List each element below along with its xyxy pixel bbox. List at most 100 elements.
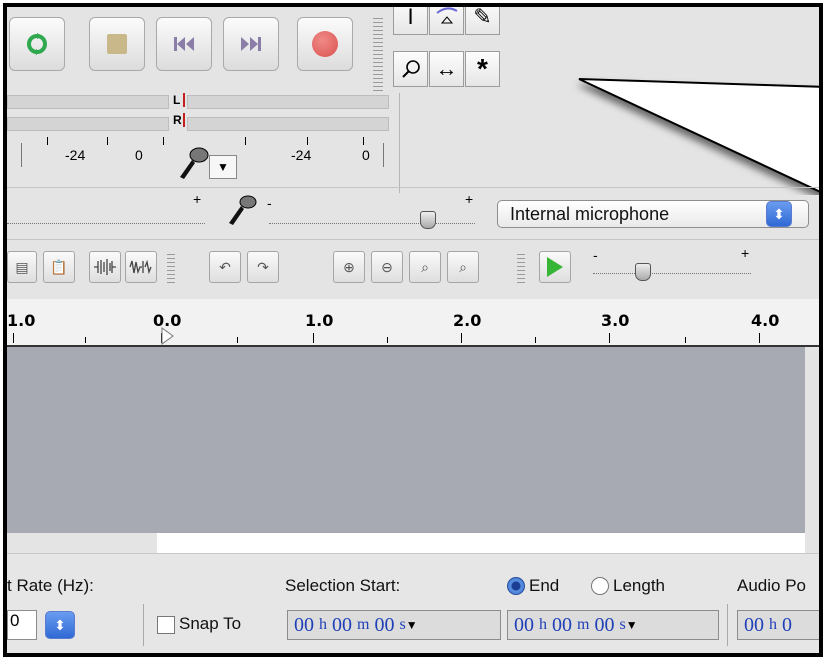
radio-empty-icon xyxy=(591,577,609,595)
toolbar-separator xyxy=(7,239,819,240)
timeline-ruler[interactable]: 1.0 0.0 1.0 2.0 3.0 4.0 xyxy=(7,299,819,347)
mic-monitor-icon[interactable] xyxy=(175,145,211,183)
fit-selection-button[interactable]: ⌕ xyxy=(409,251,441,283)
toolbar-divider xyxy=(399,93,400,193)
asterisk-icon: * xyxy=(477,53,488,84)
ruler-tick xyxy=(85,337,86,343)
record-icon xyxy=(312,31,338,57)
meter-options-dropdown[interactable]: ▼ xyxy=(209,155,237,179)
radio-selected-icon xyxy=(507,577,525,595)
paste-icon: 📋 xyxy=(50,258,68,275)
end-label: End xyxy=(529,576,560,595)
ruler-tick xyxy=(313,333,314,343)
input-volume-minus: - xyxy=(267,195,272,211)
stop-button[interactable] xyxy=(89,17,145,71)
snap-to-checkbox[interactable] xyxy=(157,616,175,634)
playback-speed-slider[interactable] xyxy=(593,261,751,274)
output-volume-slider[interactable] xyxy=(7,211,205,224)
length-label: Length xyxy=(613,576,665,595)
ruler-tick xyxy=(387,337,388,343)
selection-tool[interactable]: I xyxy=(393,7,428,35)
toolbar-separator xyxy=(7,187,819,188)
meter-scale-edge xyxy=(383,143,384,167)
stop-icon xyxy=(107,34,127,54)
updown-arrows-icon: ⬍ xyxy=(54,616,66,633)
scale-tick xyxy=(47,137,48,145)
trim-icon xyxy=(94,259,116,275)
audio-position-label: Audio Po xyxy=(737,576,806,595)
scale-tick xyxy=(307,137,308,145)
end-radio[interactable] xyxy=(507,577,525,595)
skip-to-start-button[interactable] xyxy=(156,17,212,71)
fit-project-button[interactable]: ⌕ xyxy=(447,251,479,283)
microphone-icon xyxy=(229,195,257,225)
unit-label: h xyxy=(769,616,777,633)
copy-icon: ▤ xyxy=(15,258,29,275)
trim-button[interactable] xyxy=(89,251,121,283)
magnifier-icon xyxy=(401,60,420,78)
undo-icon: ↶ xyxy=(219,258,231,275)
horizontal-scrollbar[interactable] xyxy=(157,533,805,553)
undo-button[interactable]: ↶ xyxy=(209,251,241,283)
project-rate-label: t Rate (Hz): xyxy=(7,576,94,595)
ruler-tick xyxy=(237,337,238,343)
tools-toolbar: I ✎ ↔ * xyxy=(393,7,535,93)
paste-button[interactable]: 📋 xyxy=(43,251,75,283)
end-hours: 00 xyxy=(514,613,534,636)
fit-project-icon: ⌕ xyxy=(459,258,467,275)
skip-end-icon xyxy=(241,37,261,51)
dropdown-arrow-icon: ▼ xyxy=(405,617,418,632)
selection-toolbar: t Rate (Hz): 0 ⬍ Snap To Selection Start… xyxy=(7,553,819,653)
play-at-speed-button[interactable] xyxy=(539,251,571,283)
callout-pointer xyxy=(578,78,819,193)
length-radio[interactable] xyxy=(591,577,609,595)
silence-icon xyxy=(129,259,152,275)
zoom-out-button[interactable]: ⊖ xyxy=(371,251,403,283)
input-device-select[interactable]: Internal microphone ⬍ xyxy=(497,200,809,228)
start-seconds: 00 xyxy=(374,613,395,636)
playback-speed-thumb[interactable] xyxy=(635,263,651,281)
track-area[interactable] xyxy=(7,347,805,533)
draw-tool[interactable]: ✎ xyxy=(465,7,500,35)
input-volume-slider[interactable] xyxy=(269,211,475,224)
selection-start-label: Selection Start: xyxy=(285,576,401,595)
record-meter-left xyxy=(187,95,389,109)
unit-label: m xyxy=(577,616,590,633)
selection-start-time[interactable]: 00 h 00 m 00 s ▼ xyxy=(287,610,501,640)
redo-button[interactable]: ↷ xyxy=(247,251,279,283)
output-volume-plus: + xyxy=(193,191,202,207)
unit-label: h xyxy=(319,616,327,633)
project-rate-stepper[interactable]: ⬍ xyxy=(45,611,75,639)
multi-tool[interactable]: * xyxy=(465,51,500,87)
redo-icon: ↷ xyxy=(257,258,269,275)
envelope-tool[interactable] xyxy=(429,7,464,35)
zoom-in-button[interactable]: ⊕ xyxy=(333,251,365,283)
play-head-icon[interactable] xyxy=(161,327,175,345)
input-volume-thumb[interactable] xyxy=(420,211,436,229)
skip-to-end-button[interactable] xyxy=(223,17,279,71)
meter-scale-label: 0 xyxy=(362,147,370,163)
copy-button[interactable]: ▤ xyxy=(7,251,37,283)
playback-meter-left xyxy=(7,95,169,109)
meter-peak-left xyxy=(183,93,185,107)
project-rate-field[interactable]: 0 xyxy=(7,610,37,640)
toolbar-grip[interactable] xyxy=(373,15,383,91)
scale-tick xyxy=(245,137,246,145)
dropdown-arrow-icon: ▼ xyxy=(625,617,638,632)
loop-play-button[interactable] xyxy=(9,17,65,71)
audio-minutes: 0 xyxy=(782,613,792,636)
selection-end-time[interactable]: 00 h 00 m 00 s ▼ xyxy=(507,610,719,640)
time-shift-tool[interactable]: ↔ xyxy=(429,51,464,87)
record-button[interactable] xyxy=(297,17,353,71)
triangle-down-icon: ▼ xyxy=(217,160,229,174)
scale-tick xyxy=(363,137,364,145)
skip-start-icon xyxy=(174,37,194,51)
divider xyxy=(727,604,728,646)
ruler-tick xyxy=(461,333,462,343)
double-arrow-icon: ↔ xyxy=(435,56,458,81)
audio-hours: 00 xyxy=(744,613,764,636)
silence-button[interactable] xyxy=(125,251,157,283)
ruler-tick xyxy=(13,333,14,343)
zoom-tool[interactable] xyxy=(393,51,428,87)
audio-position-time[interactable]: 00 h 0 xyxy=(737,610,819,640)
